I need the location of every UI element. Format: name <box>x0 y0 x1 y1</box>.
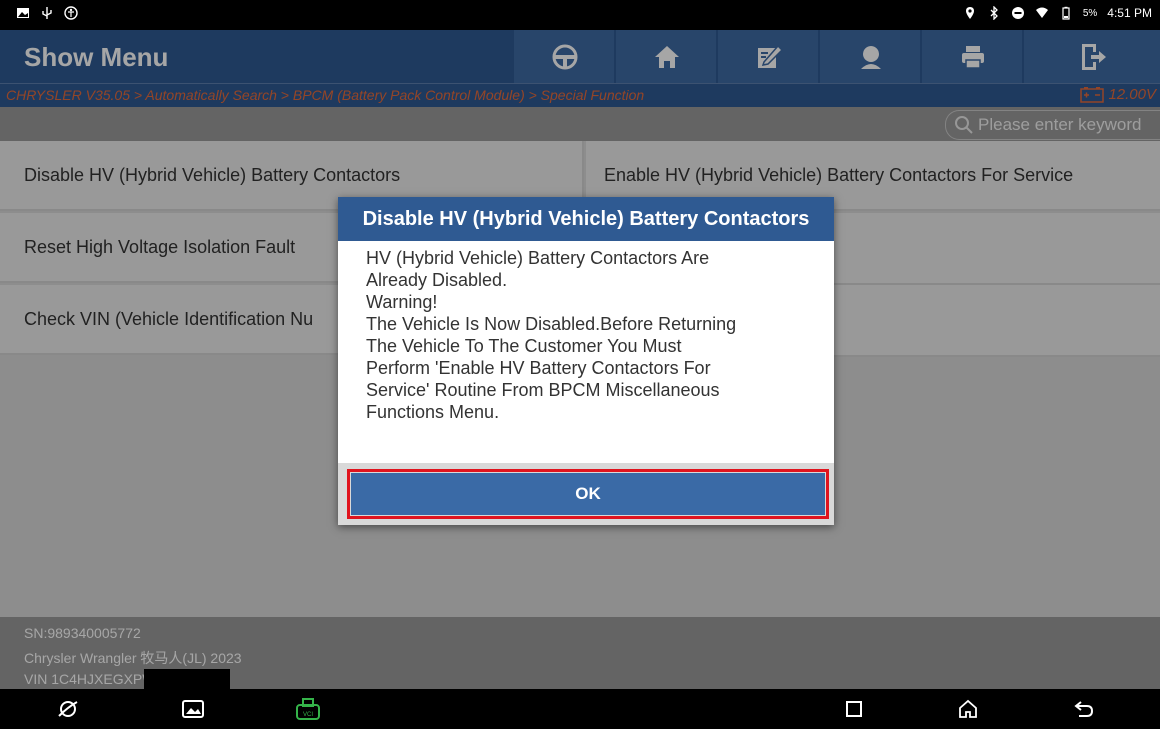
battery-percent: 5% <box>1082 7 1098 19</box>
dialog-button-area: OK <box>338 463 834 525</box>
dialog-message-line: Warning! <box>366 292 438 312</box>
home-nav-button[interactable] <box>954 695 982 723</box>
back-button[interactable] <box>1070 695 1098 723</box>
status-bar: 5% 4:51 PM <box>0 0 1160 30</box>
dialog-message-line: Already Disabled. <box>366 270 508 290</box>
alert-dialog: Disable HV (Hybrid Vehicle) Battery Cont… <box>338 197 834 525</box>
dialog-message-line: The Vehicle Is Now Disabled.Before Retur… <box>366 314 737 334</box>
recents-button[interactable] <box>840 695 868 723</box>
accessibility-icon <box>64 6 78 20</box>
gallery-icon <box>182 700 204 718</box>
planet-icon <box>58 701 78 717</box>
ok-button[interactable]: OK <box>351 473 825 515</box>
bluetooth-icon <box>990 6 998 20</box>
usb-icon <box>42 7 52 19</box>
browser-button[interactable] <box>54 695 82 723</box>
do-not-disturb-icon <box>1011 7 1024 19</box>
dialog-message-line: Functions Menu. <box>366 402 500 422</box>
dialog-title: Disable HV (Hybrid Vehicle) Battery Cont… <box>338 197 834 241</box>
location-icon <box>965 7 974 19</box>
vci-button[interactable]: VCI <box>294 695 322 723</box>
recents-icon <box>846 701 862 717</box>
back-icon <box>1074 701 1094 717</box>
svg-text:VCI: VCI <box>303 712 313 718</box>
dialog-message-line: Perform 'Enable HV Battery Contactors Fo… <box>366 358 711 378</box>
vci-icon: VCI <box>296 698 320 720</box>
dialog-message-line: HV (Hybrid Vehicle) Battery Contactors A… <box>366 248 710 268</box>
gallery-button[interactable] <box>179 695 207 723</box>
dialog-message-line: Service' Routine From BPCM Miscellaneous <box>366 380 720 400</box>
dialog-message-line: The Vehicle To The Customer You Must <box>366 336 682 356</box>
wifi-icon <box>1035 7 1048 18</box>
image-notification-icon <box>17 8 29 18</box>
dialog-message: HV (Hybrid Vehicle) Battery Contactors A… <box>366 247 816 423</box>
home-outline-icon <box>959 699 977 718</box>
battery-icon <box>1062 6 1070 20</box>
navigation-bar: VCI <box>0 689 1160 729</box>
clock: 4:51 PM <box>1107 6 1152 20</box>
